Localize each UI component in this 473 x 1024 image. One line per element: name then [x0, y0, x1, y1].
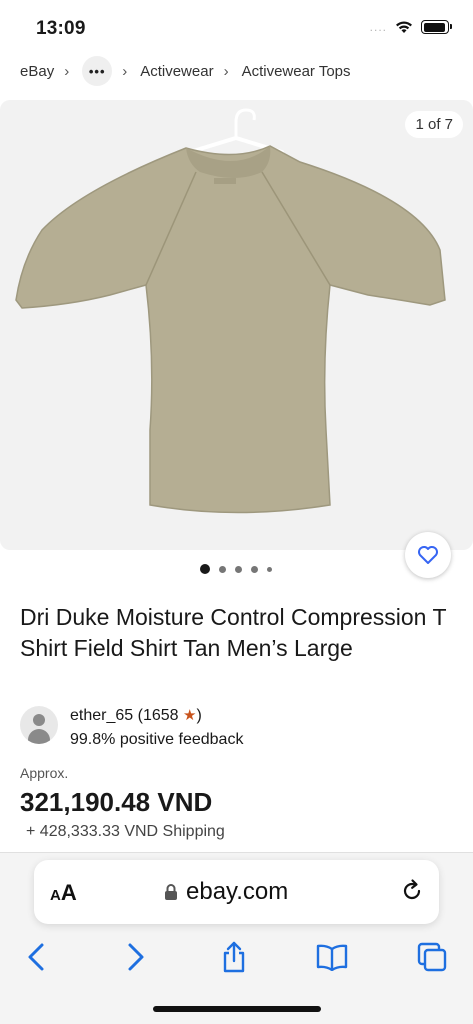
pagination-dot[interactable]: [267, 566, 272, 572]
bookmarks-button[interactable]: [310, 935, 354, 979]
approx-label: Approx.: [20, 765, 69, 781]
seller-info[interactable]: ether_65 (1658 ★) 99.8% positive feedbac…: [20, 704, 243, 752]
pagination-dot[interactable]: [235, 565, 242, 573]
feedback-count: (1658 ★): [137, 707, 202, 724]
share-button[interactable]: [212, 935, 256, 979]
tabs-icon: [417, 942, 447, 972]
home-indicator: [153, 1006, 321, 1012]
lock-icon: [165, 884, 177, 900]
reload-icon: [403, 879, 421, 900]
wifi-icon: [396, 21, 412, 33]
image-gallery[interactable]: 1 of 7: [0, 100, 473, 550]
back-button[interactable]: [14, 935, 58, 979]
chevron-left-icon: [28, 943, 44, 971]
address-bar[interactable]: AA ebay.com: [34, 860, 439, 924]
tabs-button[interactable]: [410, 935, 454, 979]
gallery-pagination: [200, 564, 272, 574]
pagination-dot[interactable]: [219, 565, 226, 573]
watch-button[interactable]: [405, 532, 451, 578]
breadcrumb-ebay[interactable]: eBay: [20, 63, 54, 80]
chevron-right-icon: ›: [223, 62, 229, 80]
share-icon: [223, 941, 245, 973]
listing-title: Dri Duke Moisture Control Compression T …: [20, 604, 447, 661]
breadcrumb-activewear-tops[interactable]: Activewear Tops: [242, 63, 351, 80]
seller-name[interactable]: ether_65: [70, 707, 133, 724]
chevron-right-icon: [128, 943, 144, 971]
status-indicators: ....: [369, 20, 452, 34]
reader-settings-button[interactable]: AA: [50, 880, 77, 906]
shipping-cost: + 428,333.33 VND Shipping: [26, 823, 225, 840]
seller-line: ether_65 (1658 ★): [70, 704, 243, 728]
pagination-dot-active[interactable]: [200, 564, 210, 574]
chevron-right-icon: ›: [122, 62, 128, 80]
book-icon: [316, 944, 348, 971]
price: 321,190.48 VND: [20, 787, 213, 817]
status-time: 13:09: [36, 18, 86, 39]
signal-icon: ....: [369, 20, 387, 34]
status-bar: 13:09 ....: [0, 0, 473, 56]
breadcrumb-more-button[interactable]: •••: [82, 56, 113, 86]
breadcrumb-activewear[interactable]: Activewear: [140, 63, 213, 80]
pagination-dot[interactable]: [251, 565, 258, 573]
heart-icon: [418, 546, 438, 564]
url-text[interactable]: ebay.com: [186, 878, 288, 906]
avatar[interactable]: [20, 706, 58, 744]
star-icon: ★: [183, 707, 197, 724]
chevron-right-icon: ›: [64, 62, 70, 80]
positive-feedback: 99.8% positive feedback: [70, 731, 244, 748]
breadcrumb: eBay › ••• › Activewear › Activewear Top…: [20, 56, 351, 86]
browser-nav: [0, 935, 473, 979]
reload-button[interactable]: [399, 878, 425, 909]
product-image[interactable]: [0, 100, 473, 550]
image-counter: 1 of 7: [405, 111, 463, 138]
battery-icon: [421, 20, 452, 34]
forward-button[interactable]: [114, 935, 158, 979]
